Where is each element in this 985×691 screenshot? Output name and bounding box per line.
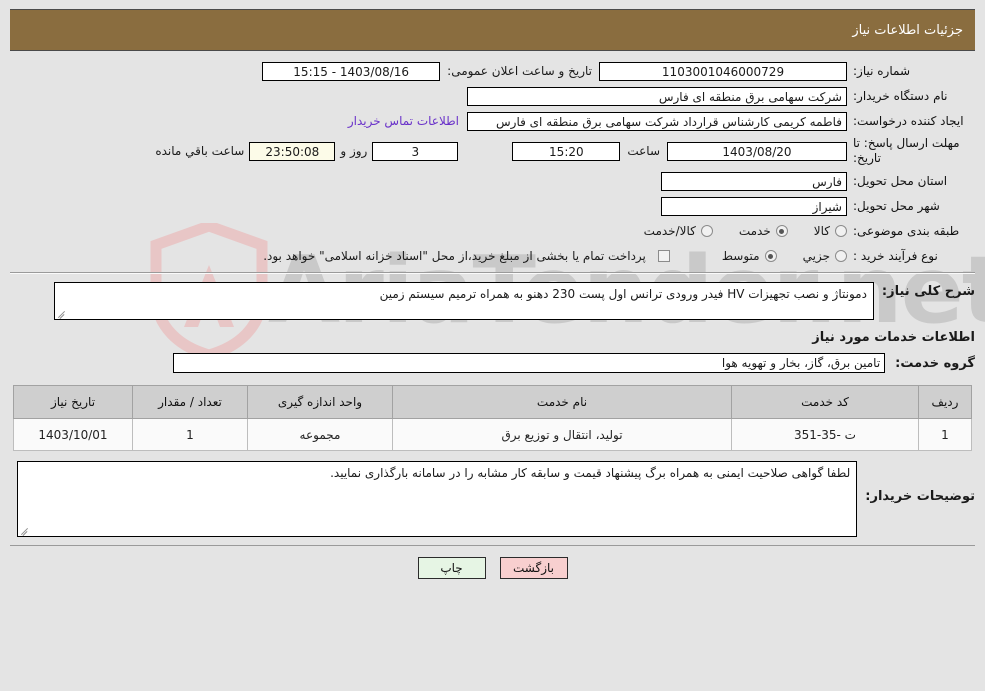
page-title: جزئیات اطلاعات نیاز [852,22,963,38]
column-header-service-name: نام خدمت [392,385,732,419]
buyer-org-value: شرکت سهامی برق منطقه ای فارس [467,86,847,106]
need-description-value: دمونتاژ و نصب تجهیزات HV فیدر ورودی تران… [379,287,867,301]
deadline-label-line1: مهلت ارسال پاسخ: تا [853,136,960,150]
cell-service-code: ت -35-351 [731,418,919,451]
row-buyer-org: نام دستگاه خریدار: شرکت سهامی برق منطقه … [10,86,975,106]
divider [10,272,975,274]
treasury-docs-checkbox-group[interactable]: پرداخت تمام یا بخشی از مبلغ خرید،از محل … [263,249,670,263]
category-option-label: کالا/خدمت [643,224,696,238]
buyer-org-label: نام دستگاه خریدار: [853,89,948,103]
deadline-label: مهلت ارسال پاسخ: تا تاریخ: [847,136,975,166]
process-type-option-motevaset[interactable]: متوسط [722,249,777,263]
page-header: جزئیات اطلاعات نیاز [10,9,975,51]
column-header-quantity: تعداد / مقدار [132,385,248,419]
column-header-unit: واحد اندازه گیری [247,385,393,419]
category-option-label: خدمت [738,224,771,238]
radio-icon[interactable] [775,225,788,237]
radio-icon[interactable] [700,225,713,237]
treasury-note-label: پرداخت تمام یا بخشی از مبلغ خرید،از محل … [263,249,646,263]
cell-quantity: 1 [132,418,248,451]
remaining-days-label: روز و [340,144,368,158]
deadline-date-value: 1403/08/20 [667,141,847,161]
announce-datetime-value: 1403/08/16 - 15:15 [262,61,441,81]
services-section-heading: اطلاعات خدمات مورد نیاز [812,330,975,345]
radio-icon[interactable] [835,250,847,262]
need-description-row: شرح کلی نیاز: دمونتاژ و نصب تجهیزات HV ف… [10,282,975,320]
remaining-clock-label: ساعت باقي مانده [155,144,245,158]
cell-unit: مجموعه [247,418,393,451]
city-label: شهر محل تحویل: [853,199,940,213]
row-process-type: نوع فرآیند خرید : جزیي متوسط پرداخت تمام… [10,246,975,266]
category-option-label: کالا [813,224,830,238]
buyer-notes-label: توضیحات خریدار: [865,489,975,504]
table-header-row: ردیف کد خدمت نام خدمت واحد اندازه گیری ت… [13,385,972,419]
buyer-notes-value: لطفا گواهی صلاحیت ایمنی به همراه برگ پیش… [330,466,851,480]
category-label: طبقه بندی موضوعی: [853,224,960,238]
table-row: 1 ت -35-351 تولید، انتقال و توزیع برق مج… [13,418,972,451]
radio-icon[interactable] [835,225,847,237]
remaining-clock-value: 23:50:08 [249,141,336,161]
need-info-form: شماره نیاز: 1103001046000729 تاریخ و ساع… [10,51,975,266]
process-type-option-label: متوسط [721,249,760,263]
category-option-khedmat[interactable]: خدمت [739,224,788,238]
row-category: طبقه بندی موضوعی: کالا خدمت کالا/خدمت [10,221,975,241]
service-group-value: تامین برق، گاز، بخار و تهویه هوا [173,353,886,373]
need-description-textarea[interactable]: دمونتاژ و نصب تجهیزات HV فیدر ورودی تران… [53,282,874,320]
radio-icon[interactable] [764,250,777,262]
process-type-label: نوع فرآیند خرید : [853,249,938,263]
buyer-notes-row: توضیحات خریدار: لطفا گواهی صلاحیت ایمنی … [10,461,975,537]
service-group-label: گروه خدمت: [895,355,975,371]
category-option-kala-khedmat[interactable]: کالا/خدمت [644,224,713,238]
requester-label: ایجاد کننده درخواست: [853,114,964,128]
deadline-time-label: ساعت [627,144,660,158]
city-value: شیراز [661,196,847,216]
resize-grip-icon[interactable] [57,308,67,319]
province-label: استان محل تحویل: [853,174,948,188]
deadline-label-line2: تاریخ: [853,151,881,165]
need-number-value: 1103001046000729 [599,61,847,81]
footer-actions: بازگشت چاپ [10,545,975,579]
column-header-radif: ردیف [918,385,972,419]
need-number-label: شماره نیاز: [853,64,910,78]
row-province: استان محل تحویل: فارس [10,171,975,191]
row-need-number: شماره نیاز: 1103001046000729 تاریخ و ساع… [10,61,975,81]
checkbox-icon[interactable] [657,250,670,262]
buyer-notes-textarea[interactable]: لطفا گواهی صلاحیت ایمنی به همراه برگ پیش… [17,461,858,537]
process-type-option-jozi[interactable]: جزیي [803,249,847,263]
column-header-need-date: تاریخ نیاز [13,385,133,419]
process-type-option-label: جزیي [802,249,830,263]
requester-value: فاطمه کریمی کارشناس قرارداد شرکت سهامی ب… [467,111,847,131]
service-group-row: گروه خدمت: تامین برق، گاز، بخار و تهویه … [10,353,975,373]
province-value: فارس [661,171,847,191]
deadline-time-value: 15:20 [512,141,621,161]
announce-datetime-label: تاریخ و ساعت اعلان عمومی: [447,64,592,78]
print-button[interactable]: چاپ [417,557,486,579]
remaining-days-value: 3 [372,141,459,161]
category-option-kala[interactable]: کالا [814,224,847,238]
row-requester: ایجاد کننده درخواست: فاطمه کریمی کارشناس… [10,111,975,131]
resize-grip-icon[interactable] [20,525,30,536]
buyer-contact-link[interactable]: اطلاعات تماس خریدار [340,114,467,128]
row-city: شهر محل تحویل: شیراز [10,196,975,216]
cell-radif: 1 [918,418,972,451]
services-table: ردیف کد خدمت نام خدمت واحد اندازه گیری ت… [13,385,972,451]
cell-service-name: تولید، انتقال و توزیع برق [392,418,732,451]
row-deadline: مهلت ارسال پاسخ: تا تاریخ: 1403/08/20 سا… [10,136,975,166]
need-description-label: شرح کلی نیاز: [881,284,975,299]
column-header-service-code: کد خدمت [731,385,919,419]
cell-need-date: 1403/10/01 [13,418,133,451]
back-button[interactable]: بازگشت [499,557,568,579]
